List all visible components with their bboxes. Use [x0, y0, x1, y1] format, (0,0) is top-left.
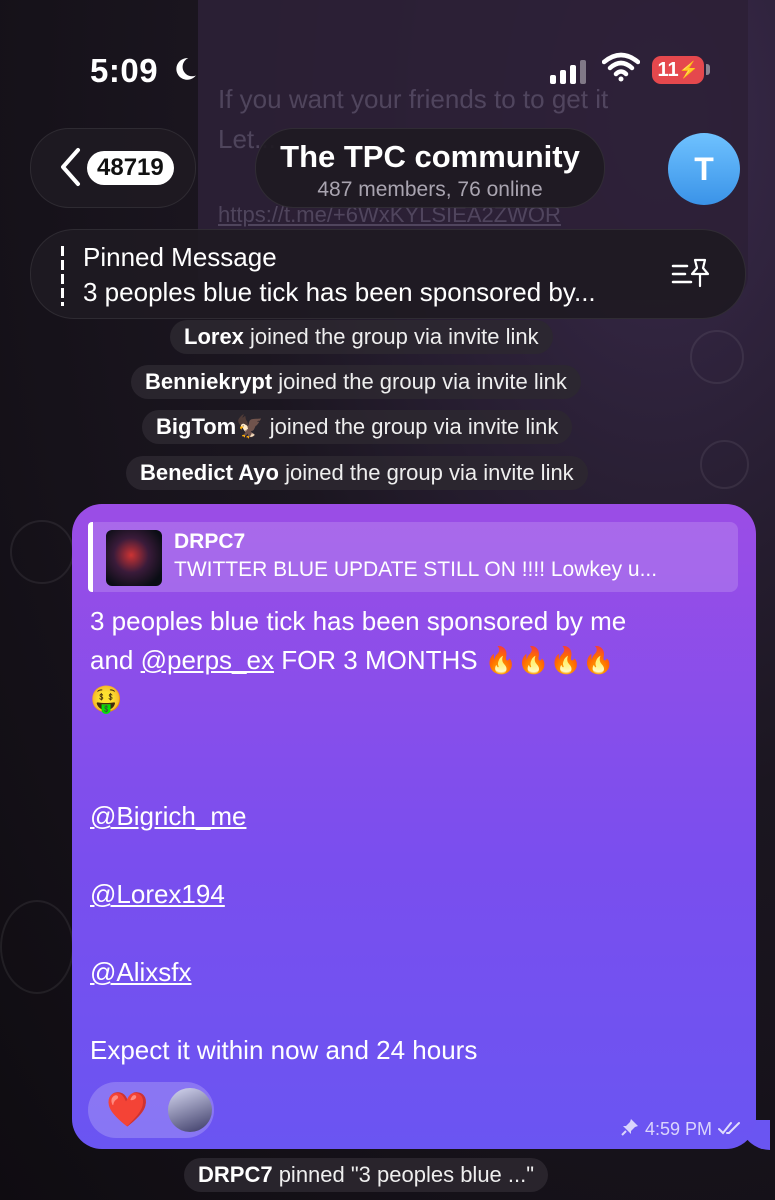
message-bubble[interactable]: DRPC7 TWITTER BLUE UPDATE STILL ON !!!! …	[72, 504, 756, 1149]
wallpaper-doodle	[700, 440, 749, 489]
pinned-label: Pinned Message	[83, 242, 277, 272]
reply-preview[interactable]: DRPC7 TWITTER BLUE UPDATE STILL ON !!!! …	[88, 522, 738, 592]
service-text: joined the group via invite link	[263, 414, 559, 439]
chat-subtitle: 487 members, 76 online	[317, 178, 543, 201]
message-meta: 4:59 PM	[621, 1118, 742, 1141]
service-text: joined the group via invite link	[243, 324, 539, 349]
pinned-list-icon[interactable]	[671, 256, 711, 295]
unread-count-badge: 48719	[87, 151, 174, 185]
message-line: and @perps_ex FOR 3 MONTHS 🔥🔥🔥🔥	[90, 641, 740, 680]
group-avatar[interactable]: T	[668, 133, 740, 205]
pinned-message-bar[interactable]: Pinned Message 3 peoples blue tick has b…	[30, 229, 746, 319]
mention-link[interactable]: @Alixsfx	[90, 953, 740, 992]
service-user[interactable]: BigTom🦅	[156, 414, 264, 439]
pin-icon	[621, 1118, 639, 1141]
wallpaper-doodle	[690, 330, 744, 384]
avatar-letter: T	[694, 150, 714, 187]
service-text: joined the group via invite link	[272, 369, 567, 394]
wallpaper-doodle	[10, 520, 74, 584]
message-line: Expect it within now and 24 hours	[90, 1035, 478, 1065]
service-user[interactable]: Lorex	[184, 324, 244, 349]
pinned-service-message[interactable]: DRPC7 pinned "3 peoples blue ..."	[184, 1158, 549, 1192]
service-user[interactable]: DRPC7	[198, 1162, 273, 1187]
pinned-text: 3 peoples blue tick has been sponsored b…	[83, 277, 596, 307]
status-time: 5:09	[90, 52, 159, 89]
service-user[interactable]: Benedict Ayo	[140, 460, 279, 485]
chat-title: The TPC community	[280, 139, 580, 174]
service-message: Benniekrypt joined the group via invite …	[131, 365, 581, 399]
message-line: 3 peoples blue tick has been sponsored b…	[90, 606, 627, 636]
back-button[interactable]: 48719	[30, 128, 196, 208]
service-message: Benedict Ayo joined the group via invite…	[126, 456, 588, 490]
heart-reaction-icon: ❤️	[106, 1091, 149, 1129]
text-span: FOR 3 MONTHS 🔥🔥🔥🔥	[273, 645, 615, 675]
mention-link[interactable]: @Bigrich_me	[90, 797, 740, 836]
reply-thumbnail	[106, 530, 162, 586]
mention-link[interactable]: @perps_ex	[141, 645, 274, 675]
mention-link[interactable]: @Lorex194	[90, 875, 740, 914]
wifi-icon	[601, 52, 641, 87]
chevron-left-icon	[59, 147, 81, 194]
service-text: pinned "3 peoples blue ..."	[272, 1162, 535, 1187]
read-checkmarks-icon	[718, 1119, 742, 1140]
message-text: 3 peoples blue tick has been sponsored b…	[90, 602, 740, 1070]
reply-author: DRPC7	[174, 530, 246, 553]
moon-icon	[172, 56, 198, 89]
service-user[interactable]: Benniekrypt	[145, 369, 272, 394]
reaction-chip[interactable]: ❤️	[88, 1082, 214, 1138]
status-bar: 5:09 11 ⚡	[0, 0, 775, 130]
text-span: and	[90, 645, 141, 675]
pinned-indicator	[61, 246, 64, 306]
chat-title-button[interactable]: The TPC community 487 members, 76 online	[255, 128, 605, 208]
service-message: BigTom🦅 joined the group via invite link	[142, 410, 573, 444]
battery-level: 11	[657, 58, 679, 81]
cellular-signal-icon	[550, 60, 586, 84]
reply-indicator	[88, 522, 93, 592]
battery-cap	[706, 64, 710, 75]
battery-icon: 11 ⚡	[652, 56, 704, 84]
reply-text: TWITTER BLUE UPDATE STILL ON !!!! Lowkey…	[174, 558, 658, 581]
service-message: Lorex joined the group via invite link	[170, 320, 553, 354]
wallpaper-doodle	[0, 900, 74, 994]
message-line: 🤑	[90, 684, 123, 714]
service-text: joined the group via invite link	[278, 460, 574, 485]
message-time: 4:59 PM	[644, 1119, 712, 1139]
reactor-avatar	[168, 1088, 212, 1132]
